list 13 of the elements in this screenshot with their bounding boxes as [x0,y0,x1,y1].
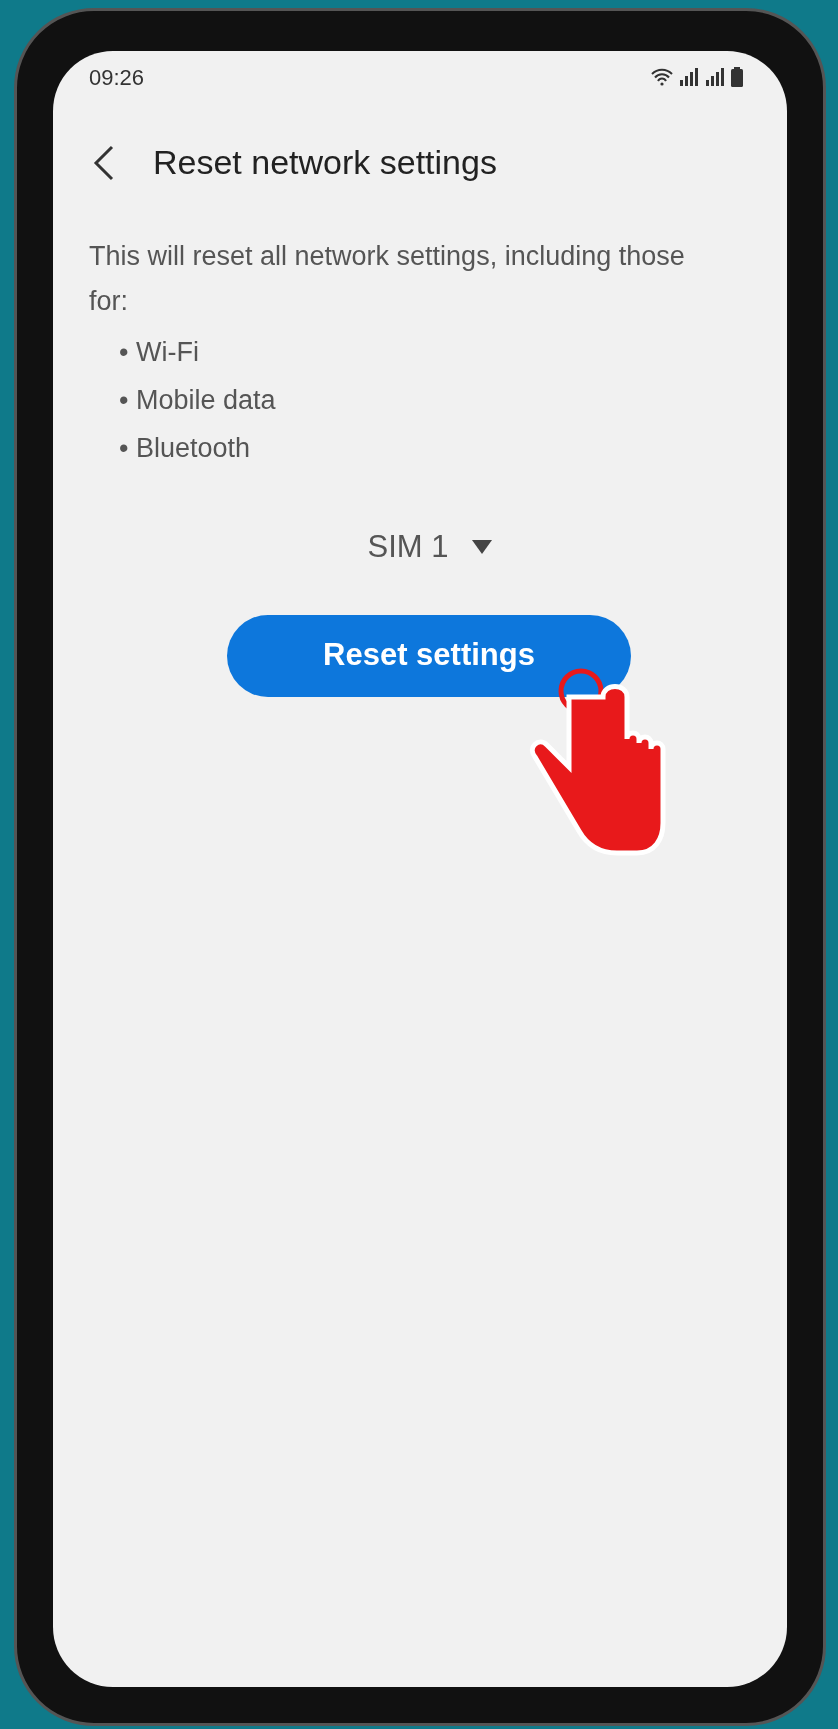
status-time: 09:26 [89,63,145,92]
signal-icon [705,68,725,86]
sim-dropdown[interactable]: SIM 1 [367,524,493,571]
list-item: • Bluetooth [119,432,252,465]
battery-icon [731,67,743,87]
list-item: • Wi-Fi [119,336,200,369]
description-text: This will reset all network settings, including those for: [89,240,686,318]
list-item: • Mobile data [119,384,277,417]
dropdown-caret-icon [472,540,493,555]
wifi-icon [651,68,673,86]
page-title: Reset network settings [153,142,497,183]
reset-settings-button[interactable]: Reset settings [227,614,631,697]
signal-icon [679,68,699,86]
